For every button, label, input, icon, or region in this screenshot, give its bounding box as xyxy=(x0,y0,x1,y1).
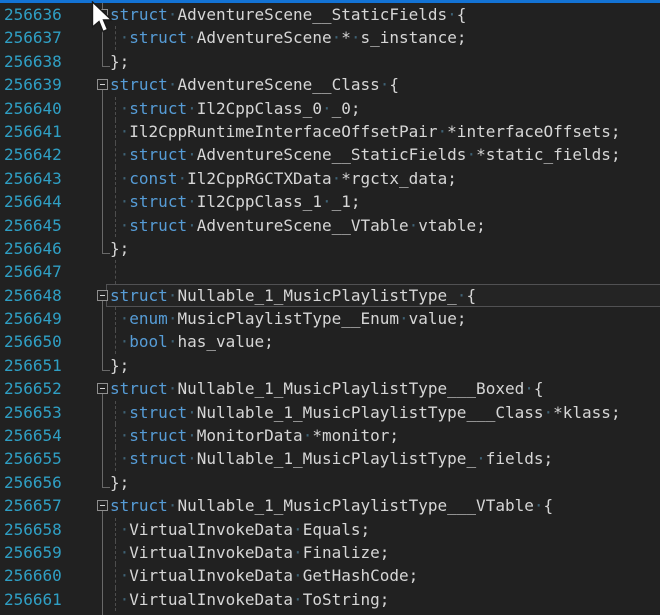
fold-collapse-toggle[interactable] xyxy=(97,79,108,90)
code-line[interactable]: 256645 ·struct·AdventureScene__VTable·vt… xyxy=(0,214,660,237)
code-text: ·struct·Nullable_1_MusicPlaylistType_·fi… xyxy=(110,447,660,470)
code-line[interactable]: 256640 ·struct·Il2CppClass_0·_0; xyxy=(0,97,660,120)
code-text: ·struct·AdventureScene__StaticFields·*st… xyxy=(110,143,660,166)
code-line[interactable]: 256655 ·struct·Nullable_1_MusicPlaylistT… xyxy=(0,447,660,470)
line-number[interactable]: 256656 xyxy=(4,471,62,494)
code-text: ·VirtualInvokeData·ToString; xyxy=(110,588,660,611)
code-text: struct·Nullable_1_MusicPlaylistType___VT… xyxy=(110,494,660,517)
code-text: ·Il2CppRuntimeInterfaceOffsetPair·*inter… xyxy=(110,120,660,143)
code-text: }; xyxy=(110,354,660,377)
code-text: ·VirtualInvokeData·Equals; xyxy=(110,518,660,541)
code-line[interactable]: 256661 ·VirtualInvokeData·ToString; xyxy=(0,588,660,611)
line-number[interactable]: 256639 xyxy=(4,73,62,96)
code-text: }; xyxy=(110,237,660,260)
line-number[interactable]: 256647 xyxy=(4,260,62,283)
code-line[interactable]: 256648struct·Nullable_1_MusicPlaylistTyp… xyxy=(0,284,660,307)
line-number[interactable]: 256652 xyxy=(4,377,62,400)
code-line[interactable]: 256654 ·struct·MonitorData·*monitor; xyxy=(0,424,660,447)
code-text: struct·Nullable_1_MusicPlaylistType___Bo… xyxy=(110,377,660,400)
code-text: ·struct·Il2CppClass_0·_0; xyxy=(110,97,660,120)
code-line[interactable]: 256642 ·struct·AdventureScene__StaticFie… xyxy=(0,143,660,166)
line-number[interactable]: 256653 xyxy=(4,401,62,424)
code-line[interactable]: 256649 ·enum·MusicPlaylistType__Enum·val… xyxy=(0,307,660,330)
code-text: }; xyxy=(110,471,660,494)
code-text: ·VirtualInvokeData·GetHashCode; xyxy=(110,564,660,587)
code-text: ·VirtualInvokeData·Finalize; xyxy=(110,541,660,564)
code-line[interactable]: 256659 ·VirtualInvokeData·Finalize; xyxy=(0,541,660,564)
line-number[interactable]: 256648 xyxy=(4,284,62,307)
line-number[interactable]: 256645 xyxy=(4,214,62,237)
code-text: ·bool·has_value; xyxy=(110,330,660,353)
code-text: struct·AdventureScene__Class·{ xyxy=(110,73,660,96)
line-number[interactable]: 256638 xyxy=(4,50,62,73)
code-line[interactable]: 256656}; xyxy=(0,471,660,494)
code-line[interactable]: 256639 struct·AdventureScene__Class·{ xyxy=(0,73,660,96)
line-number[interactable]: 256644 xyxy=(4,190,62,213)
code-line[interactable]: 256652 struct·Nullable_1_MusicPlaylistTyp… xyxy=(0,377,660,400)
code-text: }; xyxy=(110,611,660,615)
code-line[interactable]: 256647 xyxy=(0,260,660,283)
indent-guide xyxy=(115,260,116,283)
fold-collapse-toggle[interactable] xyxy=(97,500,108,511)
code-editor: 256636 struct·AdventureScene__StaticField… xyxy=(0,0,660,615)
line-number[interactable]: 256640 xyxy=(4,97,62,120)
line-number[interactable]: 256637 xyxy=(4,26,62,49)
mouse-cursor-icon xyxy=(91,1,113,35)
line-number[interactable]: 256646 xyxy=(4,237,62,260)
line-number[interactable]: 256657 xyxy=(4,494,62,517)
code-text: ·struct·AdventureScene__VTable·vtable; xyxy=(110,214,660,237)
code-line[interactable]: 256657 struct·Nullable_1_MusicPlaylistTyp… xyxy=(0,494,660,517)
code-line[interactable]: 256638}; xyxy=(0,50,660,73)
line-number[interactable]: 256651 xyxy=(4,354,62,377)
line-number[interactable]: 256643 xyxy=(4,167,62,190)
line-number[interactable]: 256636 xyxy=(4,3,62,26)
line-number[interactable]: 256661 xyxy=(4,588,62,611)
code-lines-container[interactable]: 256636 struct·AdventureScene__StaticField… xyxy=(0,3,660,615)
line-number[interactable]: 256660 xyxy=(4,564,62,587)
code-line[interactable]: 256658 ·VirtualInvokeData·Equals; xyxy=(0,518,660,541)
code-text: ·const·Il2CppRGCTXData·*rgctx_data; xyxy=(110,167,660,190)
fold-collapse-toggle[interactable] xyxy=(97,290,108,301)
code-line[interactable]: 256641 ·Il2CppRuntimeInterfaceOffsetPair… xyxy=(0,120,660,143)
code-text: ·struct·Il2CppClass_1·_1; xyxy=(110,190,660,213)
line-number[interactable]: 256642 xyxy=(4,143,62,166)
line-number[interactable]: 256655 xyxy=(4,447,62,470)
code-line[interactable]: 256650 ·bool·has_value; xyxy=(0,330,660,353)
code-text: struct·AdventureScene__StaticFields·{ xyxy=(110,3,660,26)
code-text: ·struct·AdventureScene·*·s_instance; xyxy=(110,26,660,49)
line-number[interactable]: 256649 xyxy=(4,307,62,330)
line-number[interactable]: 256654 xyxy=(4,424,62,447)
line-number[interactable]: 256650 xyxy=(4,330,62,353)
code-line[interactable]: 256646}; xyxy=(0,237,660,260)
current-line-highlight xyxy=(106,284,660,307)
code-line[interactable]: 256644 ·struct·Il2CppClass_1·_1; xyxy=(0,190,660,213)
code-line[interactable]: 256651}; xyxy=(0,354,660,377)
line-number[interactable]: 256658 xyxy=(4,518,62,541)
code-text: ·struct·MonitorData·*monitor; xyxy=(110,424,660,447)
code-text: ·enum·MusicPlaylistType__Enum·value; xyxy=(110,307,660,330)
code-line[interactable]: 256660 ·VirtualInvokeData·GetHashCode; xyxy=(0,564,660,587)
code-line[interactable]: }; xyxy=(0,611,660,615)
line-number[interactable]: 256659 xyxy=(4,541,62,564)
code-line[interactable]: 256653 ·struct·Nullable_1_MusicPlaylistT… xyxy=(0,401,660,424)
line-number[interactable]: 256641 xyxy=(4,120,62,143)
code-line[interactable]: 256643 ·const·Il2CppRGCTXData·*rgctx_dat… xyxy=(0,167,660,190)
fold-collapse-toggle[interactable] xyxy=(97,383,108,394)
code-text: }; xyxy=(110,50,660,73)
code-text: ·struct·Nullable_1_MusicPlaylistType___C… xyxy=(110,401,660,424)
